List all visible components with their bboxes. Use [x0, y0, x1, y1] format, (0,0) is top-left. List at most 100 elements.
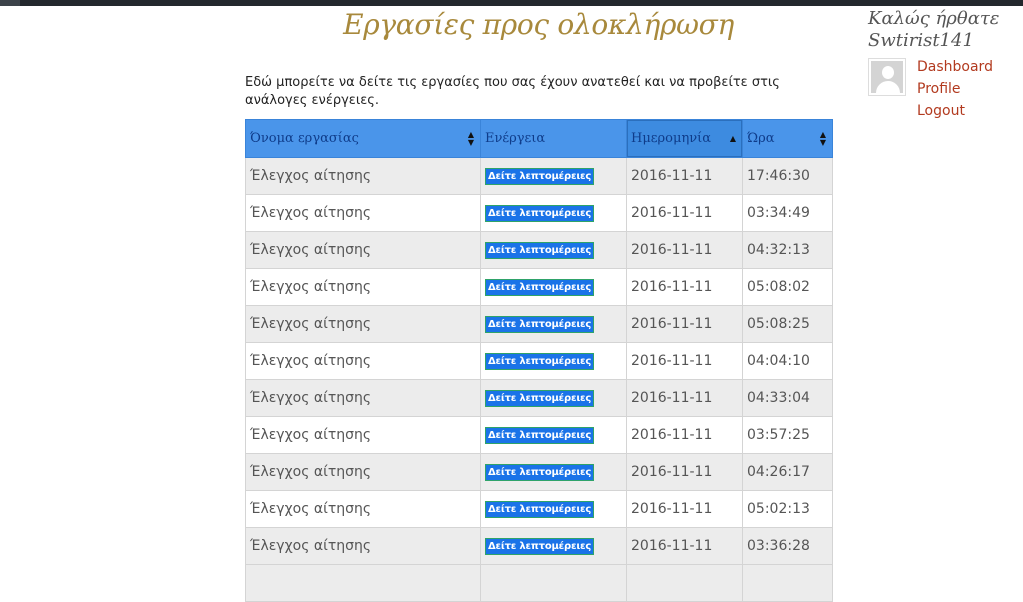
view-details-button[interactable]: Δείτε λεπτομέρειες [485, 501, 595, 518]
welcome-greeting: Καλώς ήρθατε [868, 8, 1000, 29]
date-cell: 2016-11-11 [626, 416, 743, 454]
date-cell: 2016-11-11 [626, 157, 743, 195]
action-cell: Δείτε λεπτομέρειες [480, 268, 627, 306]
date-cell: 2016-11-11 [626, 527, 743, 565]
avatar [868, 58, 906, 96]
action-cell: Δείτε λεπτομέρειες [480, 157, 627, 195]
table-row: Έλεγχος αίτησης Δείτε λεπτομέρειες 2016-11… [245, 342, 833, 380]
time-cell: 17:46:30 [742, 157, 833, 195]
time-cell: 04:32:13 [742, 231, 833, 269]
date-cell: 2016-11-11 [626, 490, 743, 528]
view-details-button[interactable]: Δείτε λεπτομέρειες [485, 168, 595, 185]
time-cell: 04:04:10 [742, 342, 833, 380]
time-cell: 03:34:49 [742, 194, 833, 232]
view-details-button[interactable]: Δείτε λεπτομέρειες [485, 316, 595, 333]
view-details-button[interactable]: Δείτε λεπτομέρειες [485, 464, 595, 481]
action-cell: Δείτε λεπτομέρειες [480, 194, 627, 232]
user-panel: Dashboard Profile Logout [868, 58, 1023, 128]
action-cell: Δείτε λεπτομέρειες [480, 453, 627, 491]
date-cell: 2016-11-11 [626, 379, 743, 417]
task-name-cell: Έλεγχος αίτησης [245, 527, 481, 565]
view-details-button[interactable]: Δείτε λεπτομέρειες [485, 279, 595, 296]
column-header-time[interactable]: Ώρα ▲ ▼ [742, 119, 833, 158]
user-sidebar: Καλώς ήρθατε Swtirist141 Dashboard Profi… [868, 8, 1023, 128]
table-row: Έλεγχος αίτησης Δείτε λεπτομέρειες 2016-11… [245, 231, 833, 269]
table-row: Έλεγχος αίτησης Δείτε λεπτομέρειες 2016-11… [245, 194, 833, 232]
task-name-cell [245, 564, 481, 602]
time-cell: 03:36:28 [742, 527, 833, 565]
task-name-cell: Έλεγχος αίτησης [245, 231, 481, 269]
table-row [245, 564, 833, 602]
view-details-button[interactable]: Δείτε λεπτομέρειες [485, 427, 595, 444]
action-cell: Δείτε λεπτομέρειες [480, 416, 627, 454]
time-cell: 05:02:13 [742, 490, 833, 528]
column-header-time-label: Ώρα [747, 131, 775, 146]
task-name-cell: Έλεγχος αίτησης [245, 342, 481, 380]
admin-bar-logo[interactable] [0, 0, 20, 6]
time-cell: 05:08:02 [742, 268, 833, 306]
table-row: Έλεγχος αίτησης Δείτε λεπτομέρειες 2016-11… [245, 305, 833, 343]
date-cell: 2016-11-11 [626, 194, 743, 232]
admin-top-bar [0, 0, 1023, 6]
view-details-button[interactable]: Δείτε λεπτομέρειες [485, 538, 595, 555]
task-name-cell: Έλεγχος αίτησης [245, 305, 481, 343]
action-cell [480, 564, 627, 602]
date-cell [626, 564, 743, 602]
profile-link[interactable]: Profile [917, 78, 993, 100]
action-cell: Δείτε λεπτομέρειες [480, 342, 627, 380]
user-links: Dashboard Profile Logout [917, 56, 993, 122]
date-cell: 2016-11-11 [626, 268, 743, 306]
page-intro: Εδώ μπορείτε να δείτε τις εργασίες που σ… [245, 75, 780, 108]
time-cell [742, 564, 833, 602]
time-cell: 03:57:25 [742, 416, 833, 454]
date-cell: 2016-11-11 [626, 305, 743, 343]
column-header-action: Ενέργεια [480, 119, 627, 158]
date-cell: 2016-11-11 [626, 453, 743, 491]
task-name-cell: Έλεγχος αίτησης [245, 268, 481, 306]
view-details-button[interactable]: Δείτε λεπτομέρειες [485, 353, 595, 370]
task-name-cell: Έλεγχος αίτησης [245, 416, 481, 454]
action-cell: Δείτε λεπτομέρειες [480, 305, 627, 343]
welcome-username: Swtirist141 [868, 30, 974, 51]
table-row: Έλεγχος αίτησης Δείτε λεπτομέρειες 2016-11… [245, 379, 833, 417]
view-details-button[interactable]: Δείτε λεπτομέρειες [485, 242, 595, 259]
view-details-button[interactable]: Δείτε λεπτομέρειες [485, 205, 595, 222]
column-header-action-label: Ενέργεια [485, 131, 546, 146]
table-row: Έλεγχος αίτησης Δείτε λεπτομέρειες 2016-11… [245, 268, 833, 306]
dashboard-link[interactable]: Dashboard [917, 56, 993, 78]
view-details-button[interactable]: Δείτε λεπτομέρειες [485, 390, 595, 407]
table-row: Έλεγχος αίτησης Δείτε λεπτομέρειες 2016-11… [245, 453, 833, 491]
action-cell: Δείτε λεπτομέρειες [480, 231, 627, 269]
sort-asc-icon: ▲ [729, 133, 736, 143]
page-title: Εργασίες προς ολοκλήρωση [343, 8, 734, 41]
sort-both-icon: ▲ ▼ [467, 129, 474, 147]
task-name-cell: Έλεγχος αίτησης [245, 157, 481, 195]
table-header-row: Όνομα εργασίας ▲ ▼ Ενέργεια Ημερομηνία ▲ … [245, 119, 833, 158]
action-cell: Δείτε λεπτομέρειες [480, 527, 627, 565]
time-cell: 04:33:04 [742, 379, 833, 417]
date-cell: 2016-11-11 [626, 342, 743, 380]
logout-link[interactable]: Logout [917, 100, 993, 122]
avatar-body [876, 81, 900, 93]
table-row: Έλεγχος αίτησης Δείτε λεπτομέρειες 2016-11… [245, 527, 833, 565]
table-body: Έλεγχος αίτησης Δείτε λεπτομέρειες 2016-11… [245, 157, 833, 602]
time-cell: 04:26:17 [742, 453, 833, 491]
task-name-cell: Έλεγχος αίτησης [245, 194, 481, 232]
action-cell: Δείτε λεπτομέρειες [480, 490, 627, 528]
table-row: Έλεγχος αίτησης Δείτε λεπτομέρειες 2016-11… [245, 490, 833, 528]
task-name-cell: Έλεγχος αίτησης [245, 490, 481, 528]
sort-both-icon: ▲ ▼ [819, 129, 826, 147]
column-header-date[interactable]: Ημερομηνία ▲ [626, 119, 743, 158]
avatar-placeholder-icon [871, 61, 903, 93]
time-cell: 05:08:25 [742, 305, 833, 343]
date-cell: 2016-11-11 [626, 231, 743, 269]
tasks-table: Όνομα εργασίας ▲ ▼ Ενέργεια Ημερομηνία ▲ … [245, 119, 833, 602]
action-cell: Δείτε λεπτομέρειες [480, 379, 627, 417]
table-row: Έλεγχος αίτησης Δείτε λεπτομέρειες 2016-11… [245, 157, 833, 195]
column-header-name[interactable]: Όνομα εργασίας ▲ ▼ [245, 119, 481, 158]
avatar-head [882, 66, 894, 79]
column-header-date-label: Ημερομηνία [631, 131, 712, 146]
task-name-cell: Έλεγχος αίτησης [245, 379, 481, 417]
table-row: Έλεγχος αίτησης Δείτε λεπτομέρειες 2016-11… [245, 416, 833, 454]
task-name-cell: Έλεγχος αίτησης [245, 453, 481, 491]
